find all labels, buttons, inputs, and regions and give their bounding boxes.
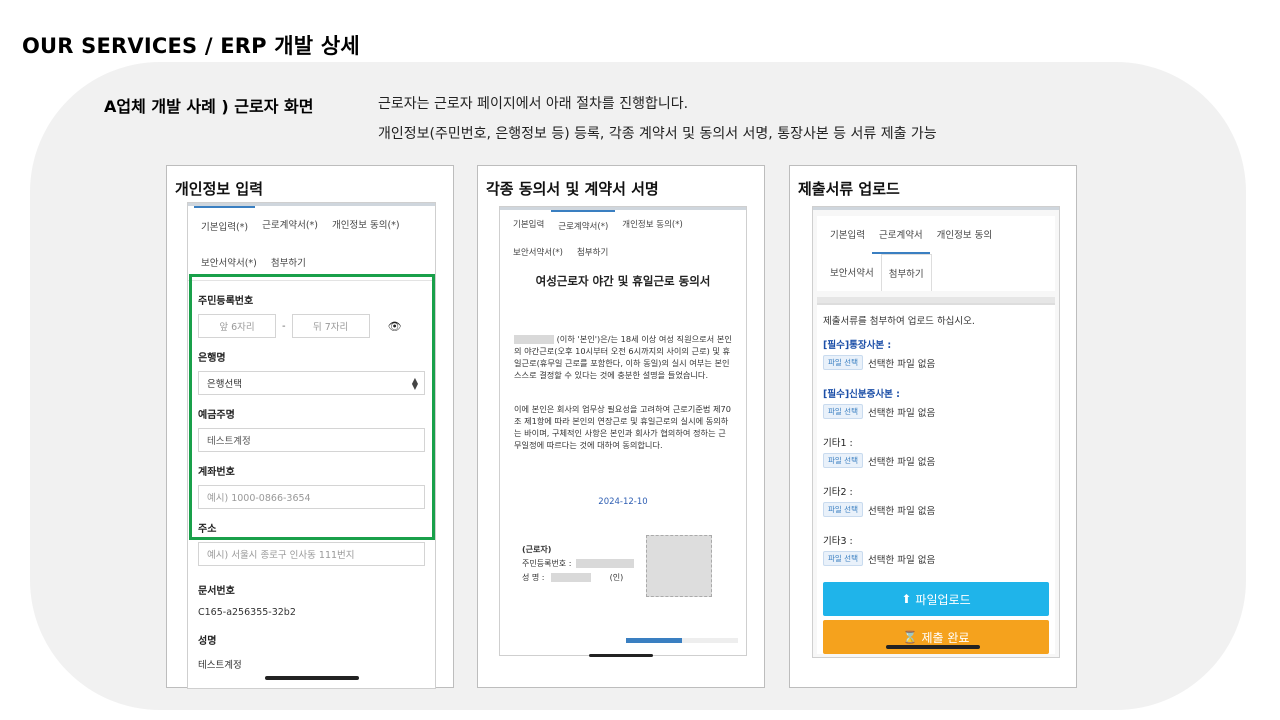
worker-resident-label: 주민등록번호 : bbox=[522, 559, 572, 568]
tab-labor-contract[interactable]: 근로계약서(*) bbox=[255, 206, 325, 244]
tab-security-pledge[interactable]: 보안서약서(*) bbox=[506, 240, 570, 264]
case-title: A업체 개발 사례 ) 근로자 화면 bbox=[104, 97, 314, 116]
upload-item: 기타1 : 파일 선택 선택한 파일 없음 bbox=[823, 435, 1049, 468]
card-personal-info: 개인정보 입력 기본입력(*) 근로계약서(*) 개인정보 동의(*) 보안서약… bbox=[166, 165, 454, 689]
signature-box[interactable] bbox=[646, 535, 712, 597]
file-status: 선택한 파일 없음 bbox=[867, 358, 936, 370]
tab-attach[interactable]: 첨부하기 bbox=[570, 240, 615, 264]
upload-item-row: 파일 선택 선택한 파일 없음 bbox=[823, 551, 1049, 566]
primary-button[interactable] bbox=[626, 638, 682, 643]
tab-bar: 기본입력 근로계약서 개인정보 동의 보안서약서 첨부하기 bbox=[817, 216, 1055, 291]
upload-item: 기타3 : 파일 선택 선택한 파일 없음 bbox=[823, 533, 1049, 566]
card-title: 개인정보 입력 bbox=[175, 180, 264, 198]
tab-privacy-consent[interactable]: 개인정보 동의(*) bbox=[615, 210, 690, 240]
tab-labor-contract[interactable]: 근로계약서(*) bbox=[551, 210, 616, 240]
tab-security-pledge[interactable]: 보안서약서 bbox=[823, 254, 881, 291]
upload-item: [필수]신분증사본 : 파일 선택 선택한 파일 없음 bbox=[823, 386, 1049, 419]
phone-screen: 기본입력 근로계약서(*) 개인정보 동의(*) 보안서약서(*) 첨부하기 여… bbox=[499, 206, 747, 656]
home-indicator bbox=[886, 645, 980, 649]
name-label: 성명 bbox=[198, 636, 217, 647]
upload-item: 기타2 : 파일 선택 선택한 파일 없음 bbox=[823, 484, 1049, 517]
upload-item-label: 기타3 : bbox=[823, 536, 853, 547]
name-blank bbox=[551, 573, 592, 582]
home-indicator bbox=[589, 654, 653, 657]
upload-item-label: 기타2 : bbox=[823, 487, 853, 498]
resident-blank bbox=[575, 559, 634, 568]
worker-name-label: 성 명 : bbox=[522, 573, 545, 582]
highlight-box bbox=[189, 274, 435, 540]
worker-resident-row: 주민등록번호 : bbox=[522, 557, 746, 571]
name-value: 테스트계정 bbox=[198, 660, 242, 671]
seal-label: (인) bbox=[609, 573, 624, 582]
upload-item-row: 파일 선택 선택한 파일 없음 bbox=[823, 502, 1049, 517]
docno-label: 문서번호 bbox=[198, 586, 235, 597]
submit-button-label: 제출 완료 bbox=[921, 630, 970, 645]
file-select-button[interactable]: 파일 선택 bbox=[823, 453, 863, 468]
tab-bar: 기본입력 근로계약서(*) 개인정보 동의(*) 보안서약서(*) 첨부하기 bbox=[500, 210, 746, 264]
phone-screen: 기본입력 근로계약서 개인정보 동의 보안서약서 첨부하기 제출서류를 첨부하여… bbox=[812, 206, 1060, 658]
worker-name-row: 성 명 : (인) bbox=[522, 571, 746, 585]
file-select-button[interactable]: 파일 선택 bbox=[823, 502, 863, 517]
file-status: 선택한 파일 없음 bbox=[867, 505, 936, 517]
document-paragraph-1: (이하 '본인')은/는 18세 이상 여성 직원으로서 본인의 야간근로(오후… bbox=[514, 333, 732, 381]
paragraph-1-lead: (이하 '본인')은/는 18세 이상 여성 직원으로서 bbox=[556, 334, 715, 344]
signature-area: (근로자) 주민등록번호 : 성 명 : (인) bbox=[500, 535, 746, 597]
upload-area: 제출서류를 첨부하여 업로드 하십시오. [필수]통장사본 : 파일 선택 선택한 … bbox=[817, 303, 1055, 654]
upload-button[interactable]: ⬆ 파일업로드 bbox=[823, 582, 1049, 616]
upload-item-row: 파일 선택 선택한 파일 없음 bbox=[823, 453, 1049, 468]
tab-basic[interactable]: 기본입력 bbox=[506, 210, 551, 240]
upload-item-row: 파일 선택 선택한 파일 없음 bbox=[823, 355, 1049, 370]
tab-privacy-consent[interactable]: 개인정보 동의(*) bbox=[325, 206, 407, 244]
tab-basic[interactable]: 기본입력(*) bbox=[194, 206, 256, 244]
document-body: (이하 '본인')은/는 18세 이상 여성 직원으로서 본인의 야간근로(오후… bbox=[500, 333, 746, 451]
card-title: 각종 동의서 및 계약서 서명 bbox=[486, 180, 659, 198]
worker-label: (근로자) bbox=[522, 545, 552, 554]
upload-item-label: [필수]신분증사본 : bbox=[823, 389, 900, 400]
case-description-1: 근로자는 근로자 페이지에서 아래 절차를 진행합니다. bbox=[378, 96, 689, 112]
secondary-button[interactable] bbox=[682, 638, 738, 643]
bottom-buttons bbox=[626, 638, 738, 643]
home-indicator bbox=[264, 676, 359, 680]
file-status: 선택한 파일 없음 bbox=[867, 407, 936, 419]
upload-item: [필수]통장사본 : 파일 선택 선택한 파일 없음 bbox=[823, 337, 1049, 370]
upload-message: 제출서류를 첨부하여 업로드 하십시오. bbox=[823, 316, 975, 327]
hourglass-icon: ⌛ bbox=[902, 630, 918, 644]
case-description-2: 개인정보(주민번호, 은행정보 등) 등록, 각종 계약서 및 동의서 서명, … bbox=[378, 126, 937, 142]
file-select-button[interactable]: 파일 선택 bbox=[823, 404, 863, 419]
file-select-button[interactable]: 파일 선택 bbox=[823, 355, 863, 370]
file-status: 선택한 파일 없음 bbox=[867, 456, 936, 468]
tab-privacy-consent[interactable]: 개인정보 동의 bbox=[930, 216, 999, 254]
card-title: 제출서류 업로드 bbox=[798, 180, 900, 198]
upload-icon: ⬆ bbox=[901, 592, 912, 606]
page-title: OUR SERVICES / ERP 개발 상세 bbox=[22, 34, 360, 58]
name-blank bbox=[514, 335, 554, 344]
address-input[interactable]: 예시) 서울시 종로구 인사동 111번지 bbox=[198, 542, 425, 566]
docno-value: C165-a256355-32b2 bbox=[198, 607, 296, 618]
upload-item-row: 파일 선택 선택한 파일 없음 bbox=[823, 404, 1049, 419]
file-status: 선택한 파일 없음 bbox=[867, 554, 936, 566]
tab-attach[interactable]: 첨부하기 bbox=[880, 254, 932, 291]
tab-bar: 기본입력(*) 근로계약서(*) 개인정보 동의(*) 보안서약서(*) 첨부하… bbox=[188, 206, 435, 281]
card-consent-sign: 각종 동의서 및 계약서 서명 기본입력 근로계약서(*) 개인정보 동의(*)… bbox=[477, 165, 765, 688]
phone-screen: 기본입력(*) 근로계약서(*) 개인정보 동의(*) 보안서약서(*) 첨부하… bbox=[187, 202, 436, 689]
document-paragraph-2: 이에 본인은 회사의 업무상 필요성을 고려하여 근로기준법 제70조 제1항에… bbox=[514, 404, 731, 450]
phone-topbar bbox=[813, 207, 1059, 210]
card-document-upload: 제출서류 업로드 기본입력 근로계약서 개인정보 동의 보안서약서 첨부하기 제… bbox=[789, 165, 1077, 688]
upload-button-label: 파일업로드 bbox=[915, 592, 971, 607]
document-date: 2024-12-10 bbox=[598, 497, 648, 507]
file-select-button[interactable]: 파일 선택 bbox=[823, 551, 863, 566]
upload-item-label: [필수]통장사본 : bbox=[823, 340, 892, 351]
upload-item-label: 기타1 : bbox=[823, 438, 853, 449]
document-title: 여성근로자 야간 및 휴일근로 동의서 bbox=[535, 274, 711, 288]
tab-basic[interactable]: 기본입력 bbox=[823, 216, 872, 254]
tab-labor-contract[interactable]: 근로계약서 bbox=[871, 216, 930, 254]
